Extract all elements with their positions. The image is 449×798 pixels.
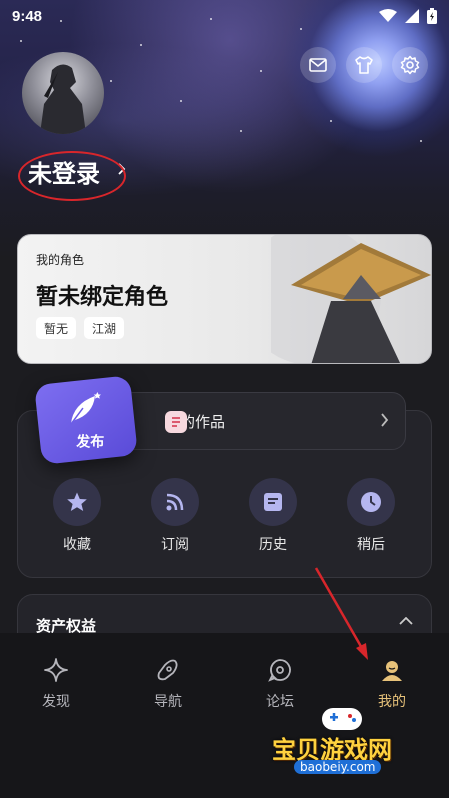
annotation-arrow bbox=[314, 567, 368, 660]
watermark: 宝贝游戏网 baobeiy.com bbox=[272, 702, 422, 782]
gamepad-icon bbox=[322, 708, 362, 730]
watermark-url: baobeiy.com bbox=[294, 760, 382, 774]
